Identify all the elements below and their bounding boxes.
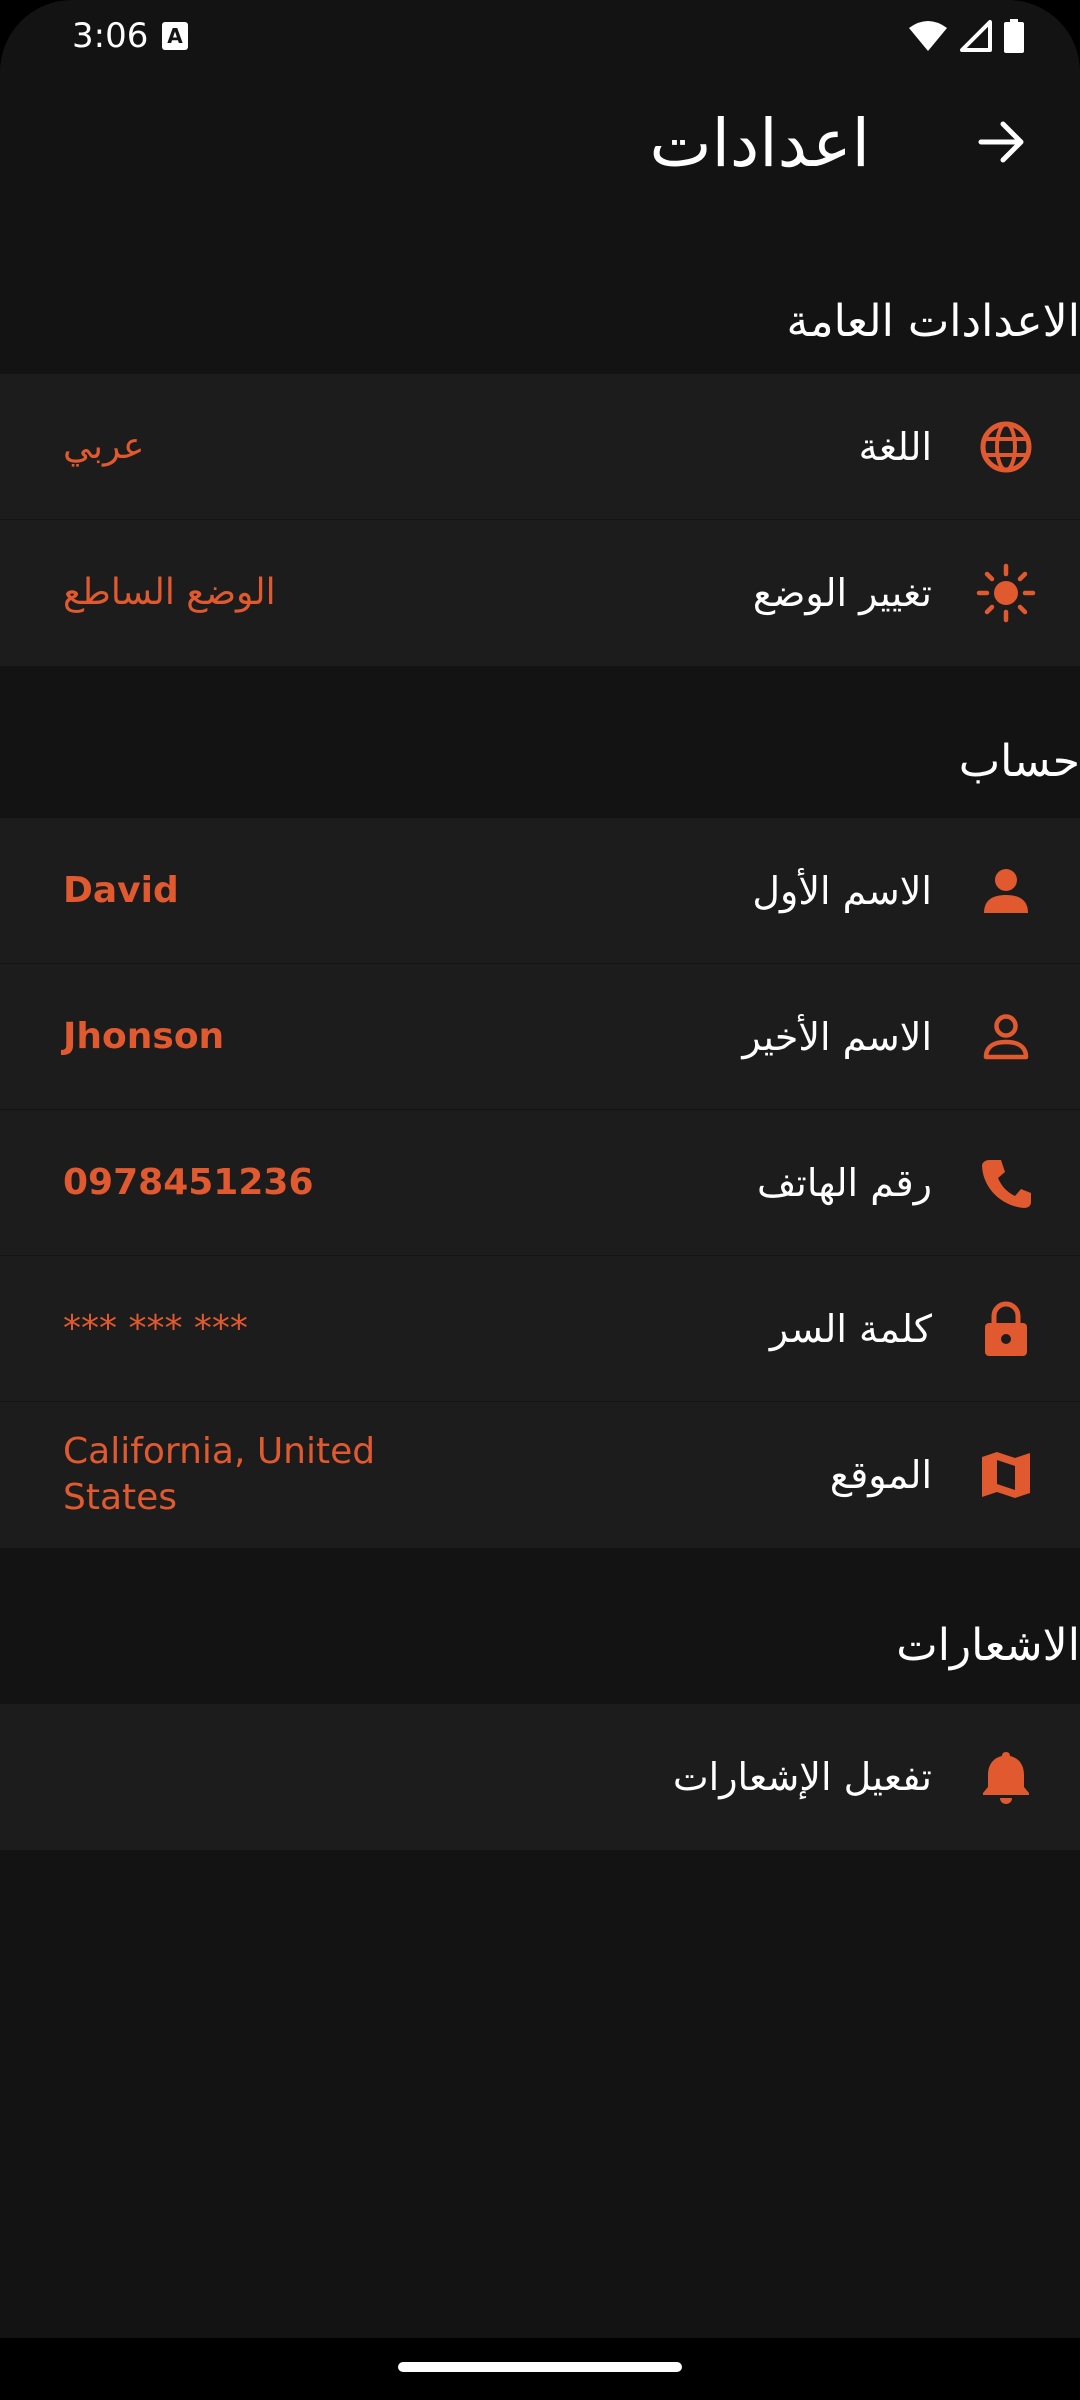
cellular-signal-icon	[960, 20, 992, 52]
language-label: اللغة	[858, 424, 932, 469]
section-header-general: الاعدادات العامة	[0, 290, 1080, 360]
sun-icon	[976, 563, 1036, 623]
section-title: الاعدادات العامة	[786, 296, 1080, 347]
settings-screen: 3:06 A اعدادات الاعدادات العامة اللغة عر…	[0, 0, 1080, 2400]
app-bar: اعدادات	[0, 72, 1080, 222]
password-label: كلمة السر	[769, 1306, 932, 1351]
page-title: اعدادات	[649, 105, 870, 182]
battery-icon	[1004, 19, 1024, 53]
language-row[interactable]: اللغة عربي	[0, 374, 1080, 520]
first-name-value: David	[63, 869, 179, 911]
theme-mode-row[interactable]: تغيير الوضع الوضع الساطع	[0, 520, 1080, 666]
location-label: الموقع	[829, 1453, 932, 1497]
home-indicator[interactable]	[398, 2362, 682, 2372]
keyboard-a-icon: A	[162, 22, 188, 50]
globe-icon	[976, 417, 1036, 477]
general-settings-group: اللغة عربي تغيير الوضع الوضع الساطع	[0, 374, 1080, 666]
section-title: الاشعارات	[896, 1620, 1080, 1671]
phone-label: رقم الهاتف	[756, 1160, 932, 1205]
phone-value: 0978451236	[63, 1161, 314, 1203]
location-row[interactable]: الموقع California, United States	[0, 1402, 1080, 1548]
location-value: California, United States	[63, 1431, 376, 1518]
theme-mode-label: تغيير الوضع	[752, 571, 932, 615]
status-time: 3:06	[72, 16, 149, 56]
wifi-icon	[909, 21, 947, 51]
last-name-row[interactable]: الاسم الأخير Jhonson	[0, 964, 1080, 1110]
first-name-row[interactable]: الاسم الأول David	[0, 818, 1080, 964]
section-header-account: حساب	[0, 732, 1080, 812]
back-button[interactable]	[970, 110, 1034, 174]
person-icon	[976, 861, 1036, 921]
account-settings-group: الاسم الأول David الاسم الأخير Jhonson ر…	[0, 818, 1080, 1548]
map-icon	[976, 1445, 1036, 1505]
phone-row[interactable]: رقم الهاتف 0978451236	[0, 1110, 1080, 1256]
password-row[interactable]: كلمة السر *** *** ***	[0, 1256, 1080, 1402]
arrow-forward-icon	[978, 121, 1024, 163]
section-header-notifications: الاشعارات	[0, 1616, 1080, 1696]
enable-notifications-row[interactable]: تفعيل الإشعارات	[0, 1704, 1080, 1850]
phone-icon	[976, 1153, 1036, 1213]
enable-notifications-label: تفعيل الإشعارات	[672, 1755, 932, 1799]
lock-icon	[976, 1299, 1036, 1359]
password-value: *** *** ***	[63, 1307, 248, 1349]
status-bar: 3:06 A	[0, 0, 1080, 72]
theme-mode-value: الوضع الساطع	[63, 572, 276, 613]
first-name-label: الاسم الأول	[752, 868, 932, 913]
a-badge-label: A	[167, 24, 183, 48]
language-value: عربي	[63, 425, 145, 467]
status-icons	[908, 18, 1024, 54]
section-title: حساب	[958, 736, 1080, 787]
bell-icon	[976, 1747, 1036, 1807]
last-name-value: Jhonson	[63, 1015, 225, 1057]
notifications-settings-group: تفعيل الإشعارات	[0, 1704, 1080, 1850]
person-outline-icon	[976, 1007, 1036, 1067]
last-name-label: الاسم الأخير	[742, 1014, 932, 1059]
